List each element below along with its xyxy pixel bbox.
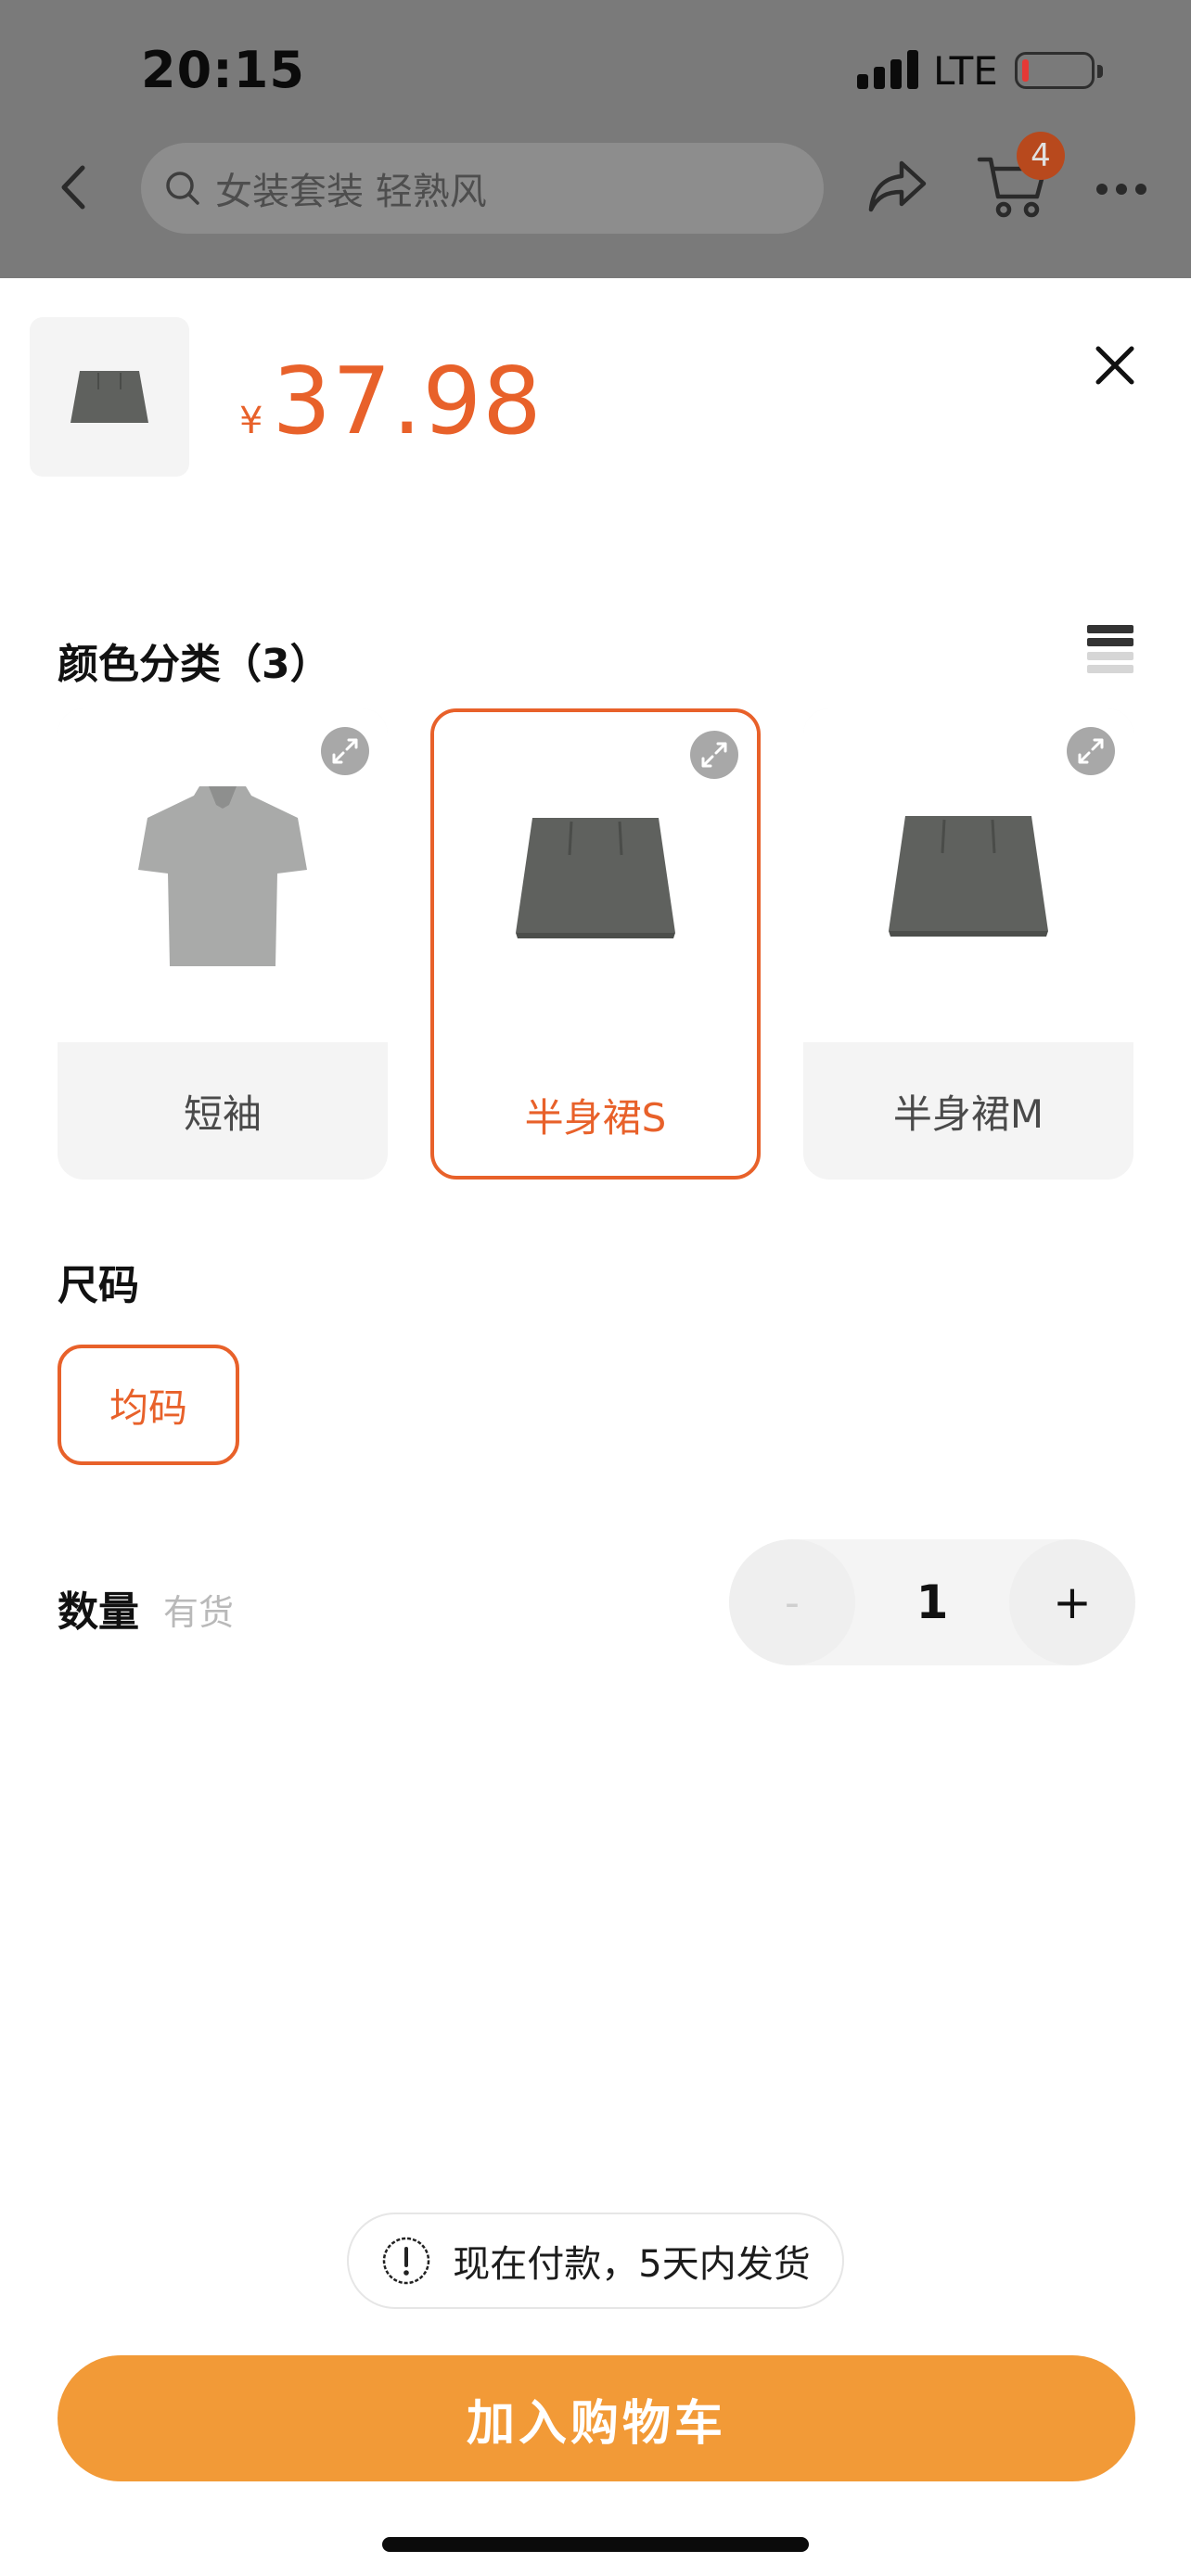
- dimmed-header-overlay[interactable]: 20:15 LTE 女装套装 轻熟风 4: [0, 0, 1191, 278]
- tshirt-image: [138, 786, 307, 966]
- battery-level: [1022, 59, 1029, 82]
- close-icon[interactable]: [1091, 341, 1139, 389]
- exclamation-circle-icon: [383, 2237, 430, 2285]
- add-to-cart-button[interactable]: 加入购物车: [58, 2355, 1135, 2481]
- status-time: 20:15: [141, 41, 305, 99]
- size-option-one-size[interactable]: 均码: [58, 1345, 239, 1465]
- price-value: 37.98: [272, 347, 543, 455]
- variant-card-skirt-m[interactable]: 半身裙M: [803, 708, 1133, 1180]
- variant-label: 半身裙M: [892, 1090, 1044, 1137]
- expand-icon[interactable]: [690, 731, 738, 779]
- search-placeholder: 女装套装 轻熟风: [215, 171, 487, 213]
- quantity-value[interactable]: 1: [855, 1539, 1009, 1665]
- expand-icon[interactable]: [1067, 727, 1115, 775]
- cart-count-badge: 4: [1017, 132, 1065, 180]
- share-icon[interactable]: [866, 158, 929, 215]
- list-view-icon[interactable]: [1087, 625, 1133, 673]
- search-input[interactable]: 女装套装 轻熟风: [141, 143, 824, 234]
- quantity-title: 数量: [58, 1588, 139, 1636]
- color-section-title: 颜色分类（3）: [58, 641, 331, 688]
- skirt-thumbnail-image: [70, 371, 148, 423]
- sku-selection-screen: 20:15 LTE 女装套装 轻熟风 4 ¥ 37.98 颜色分类（3） 短袖 …: [0, 0, 1191, 2576]
- search-icon: [166, 172, 199, 205]
- currency-symbol: ¥: [239, 400, 263, 442]
- product-price: ¥ 37.98: [239, 347, 543, 455]
- home-indicator: [382, 2537, 809, 2552]
- skirt-image: [516, 818, 675, 938]
- more-options-icon[interactable]: [1095, 182, 1148, 197]
- size-section-title: 尺码: [58, 1262, 139, 1309]
- variant-card-skirt-s[interactable]: 半身裙S: [430, 708, 761, 1180]
- variant-card-short-sleeve[interactable]: 短袖: [58, 708, 388, 1180]
- back-button[interactable]: [50, 159, 95, 215]
- variant-label: 短袖: [183, 1090, 262, 1137]
- network-type: LTE: [933, 48, 998, 94]
- battery-icon: [1015, 52, 1103, 89]
- skirt-image: [889, 816, 1048, 937]
- signal-icon: [857, 48, 918, 89]
- variant-label: 半身裙S: [524, 1094, 667, 1141]
- chevron-left-icon: [61, 165, 85, 210]
- shipping-notice-text: 现在付款，5天内发货: [453, 2243, 811, 2286]
- increase-button[interactable]: +: [1009, 1539, 1135, 1665]
- quantity-stepper: - 1 +: [729, 1539, 1135, 1665]
- shipping-notice: 现在付款，5天内发货: [347, 2213, 844, 2309]
- stock-status: 有货: [163, 1592, 235, 1633]
- expand-icon[interactable]: [321, 727, 369, 775]
- decrease-button[interactable]: -: [729, 1539, 855, 1665]
- product-thumbnail[interactable]: [30, 317, 189, 477]
